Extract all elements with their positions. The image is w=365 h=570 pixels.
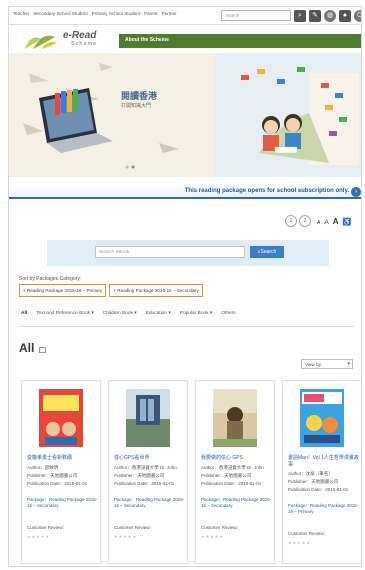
chip-primary-package[interactable]: × Reading Package 2015-16 – Primary [19,284,107,297]
review-label: Customer Review： [114,525,155,530]
book-cover[interactable] [39,389,83,447]
search-button[interactable]: ⌕Search [250,246,284,258]
page-frame: Teacher Secondary School Student Primary… [8,6,362,567]
wrench-icon[interactable]: ✎ [309,10,321,22]
close-icon[interactable]: × [113,288,116,293]
book-cover[interactable] [126,389,170,447]
logo-subtitle: Scheme [71,41,98,47]
book-author: Author：邵敏明 [27,465,59,470]
logo-title: e-Read [63,30,97,41]
font-size-medium[interactable]: A [324,219,328,226]
book-author: Author：香港浸會大學 Dr. John [201,465,264,470]
link-partner[interactable]: Partner [162,11,177,16]
book-pub-date: Publication Date：2015-01-01 [114,481,175,486]
close-icon[interactable]: × [23,288,26,293]
filter-education[interactable]: Education ▾ [146,311,171,316]
font-size-controls: A A A ♿ [317,217,351,226]
book-package[interactable]: Package：Reading Package 2015-16 – Second… [114,497,186,509]
book-publisher: Publisher：天地圖書公司 [114,473,165,478]
ebook-search-area: Search eBook ⌕Search [47,240,329,266]
view-by-select[interactable]: View by ▾ [301,359,353,369]
banner-illustration [9,53,361,177]
rating-stars: ★★★★★ [114,534,137,539]
filter-others[interactable]: Others [221,311,235,316]
top-icons: ⌕ ✎ ◍ ● ⏻ [294,10,361,22]
review-label: Customer Review： [288,531,329,536]
link-secondary-student[interactable]: Secondary School Student [33,11,87,16]
leaf-logo-icon [25,35,57,49]
rating-stars: ★★★★★ [288,540,311,545]
book-card[interactable]: 書語Man！Vol 1人生哲學漫畫故事 Author：沈斌（筆名） Publis… [282,380,361,564]
subscription-bar: This reading package opens for school su… [9,185,361,199]
view-by-label: View by [305,362,322,367]
nav-bar: About the Scheme [119,34,361,48]
book-title[interactable]: 從醫孝勇士看新數碼 [27,454,99,461]
book-author: Author：沈斌（筆名） [288,471,333,476]
arrow-right-icon[interactable]: › [351,187,361,197]
book-title[interactable]: 我要做的信心 GPS [201,454,273,461]
book-pub-date: Publication Date：2015-01-01 [27,481,88,486]
page-button-1[interactable]: 1 [285,215,297,227]
filter-all[interactable]: All [21,311,27,316]
review-label: Customer Review： [27,525,68,530]
book-card[interactable]: 我要做的信心 GPS Author：香港浸會大學 Dr. John Publis… [195,380,275,564]
link-parent[interactable]: Parent [144,11,158,16]
book-card[interactable]: 從醫孝勇士看新數碼 Author：邵敏明 Publisher：天地圖書公司 Pu… [21,380,101,564]
book-publisher: Publisher：天地圖書公司 [201,473,252,478]
rating-stars: ★★★★★ [27,534,50,539]
filter-tabs: All Text and Reference Book ▾ Children B… [21,311,236,316]
page-button-2[interactable]: 2 [299,215,311,227]
hero-banner: 閱讀香港 打開知識大門 [9,53,361,177]
banner-title: 閱讀香港 [121,91,158,101]
site-search-input[interactable]: Search [221,10,291,21]
book-title[interactable]: 從心GPS看世界 [114,454,186,461]
book-package[interactable]: Package：Reading Package 2015-16 – Second… [27,497,99,509]
book-author: Author：香港浸會大學 Dr. John [114,465,177,470]
book-package[interactable]: Package：Reading Package 2015-16 – Primar… [288,503,360,515]
book-list: 從醫孝勇士看新數碼 Author：邵敏明 Publisher：天地圖書公司 Pu… [21,380,361,564]
book-card[interactable]: 從心GPS看世界 Author：香港浸會大學 Dr. John Publishe… [108,380,188,564]
rating-stars: ★★★★★ [201,534,224,539]
book-publisher: Publisher：天地圖書公司 [288,479,339,484]
book-title[interactable]: 書語Man！Vol 1人生哲學漫畫故事 [288,454,360,468]
divider [19,326,355,327]
subscription-notice: This reading package opens for school su… [184,188,349,194]
chip-label: Reading Package 2015-16 – Primary [26,288,103,293]
category-label: Sort by Packages Category: [19,276,82,282]
book-pub-date: Publication Date：2015-01-01 [201,481,262,486]
chip-label: Reading Package 2015-16 – Secondary [117,288,199,293]
pager: 1 2 [285,215,311,227]
user-icon[interactable]: ● [339,10,351,22]
book-publisher: Publisher：天地圖書公司 [27,473,78,478]
filter-text-reference[interactable]: Text and Reference Book ▾ [36,311,94,316]
chevron-down-icon: ▾ [347,361,350,367]
book-package[interactable]: Package：Reading Package 2015-16 – Second… [201,497,273,509]
banner-subtitle: 打開知識大門 [121,103,152,109]
ebook-search-input[interactable]: Search eBook [95,246,245,258]
book-pub-date: Publication Date：2015-01-01 [288,487,349,492]
globe-icon[interactable]: ◍ [324,10,336,22]
list-icon [39,347,46,353]
book-cover[interactable] [300,389,344,447]
power-icon[interactable]: ⏻ [354,10,361,22]
review-label: Customer Review： [201,525,242,530]
link-primary-student[interactable]: Primary School Student [92,11,140,16]
filter-children[interactable]: Children Book ▾ [103,311,137,316]
filter-popular[interactable]: Popular Book ▾ [180,311,213,316]
audience-links: Teacher Secondary School Student Primary… [13,11,177,16]
font-size-small[interactable]: A [317,220,320,226]
header: e-Read Scheme About the Scheme [9,26,361,53]
search-icon[interactable]: ⌕ [294,10,306,22]
font-size-large[interactable]: A [333,217,339,226]
top-bar: Teacher Secondary School Student Primary… [9,7,361,25]
search-button-label: Search [260,249,277,255]
category-chips: × Reading Package 2015-16 – Primary × Re… [19,284,203,297]
chip-secondary-package[interactable]: × Reading Package 2015-16 – Secondary [109,284,203,297]
link-teacher[interactable]: Teacher [13,11,29,16]
logo[interactable]: e-Read Scheme [23,29,103,51]
accessibility-icon[interactable]: ♿ [342,218,351,226]
about-link[interactable]: About the Scheme [125,37,169,43]
book-cover[interactable] [213,389,257,447]
section-title: All [19,341,35,355]
